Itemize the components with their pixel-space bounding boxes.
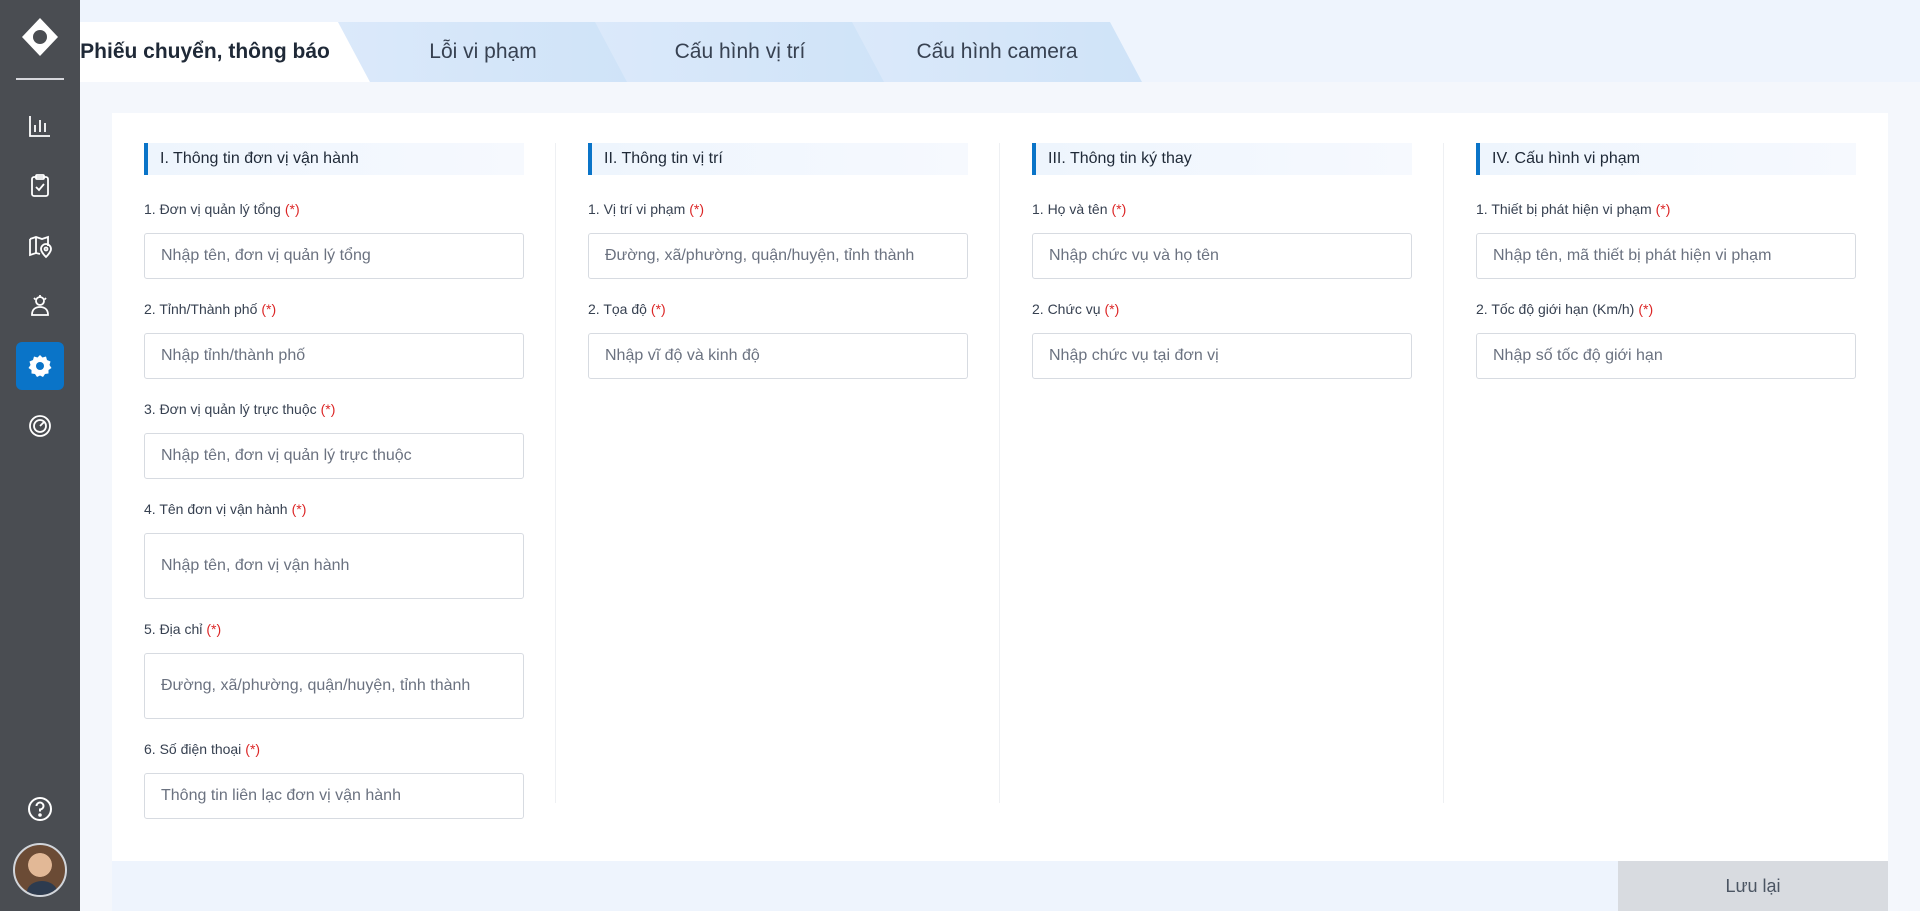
required-mark: (*) — [261, 301, 277, 317]
field-label: 2. Tốc độ giới hạn (Km/h) (*) — [1476, 301, 1654, 317]
field-label: 3. Đơn vị quản lý trực thuộc (*) — [144, 401, 336, 417]
column-divider — [555, 143, 556, 803]
field-label: 1. Đơn vị quản lý tổng (*) — [144, 201, 300, 217]
bar-chart-icon — [29, 116, 50, 137]
nav-item-statistics[interactable] — [16, 102, 64, 150]
field-label: 1. Thiết bị phát hiện vi phạm (*) — [1476, 201, 1671, 217]
field-label: 2. Chức vụ (*) — [1032, 301, 1120, 317]
column-divider — [1443, 143, 1444, 803]
user-avatar[interactable] — [13, 843, 67, 897]
column-divider — [999, 143, 1000, 803]
section-title: IV. Cấu hình vi phạm — [1476, 143, 1856, 175]
form-footer: Lưu lại — [112, 861, 1888, 911]
section-title: III. Thông tin ký thay — [1032, 143, 1412, 175]
required-mark: (*) — [320, 401, 336, 417]
sidebar-bottom — [0, 795, 80, 897]
nav-item-settings[interactable] — [16, 342, 64, 390]
settings-icon — [28, 355, 52, 377]
tab-cau-hinh-camera[interactable]: Cấu hình camera — [852, 22, 1142, 82]
section-title: I. Thông tin đơn vị vận hành — [144, 143, 524, 175]
required-mark: (*) — [650, 301, 666, 317]
nav-item-speed[interactable] — [16, 402, 64, 450]
required-mark: (*) — [1638, 301, 1654, 317]
required-mark: (*) — [1655, 201, 1671, 217]
help-icon[interactable] — [26, 795, 54, 823]
phone-input[interactable] — [144, 773, 524, 819]
section-signer: III. Thông tin ký thay 1. Họ và tên(*) 2… — [1032, 143, 1412, 379]
section-violation: IV. Cấu hình vi phạm 1. Thiết bị phát hi… — [1476, 143, 1856, 379]
logo-divider — [16, 78, 64, 80]
address-input[interactable] — [144, 653, 524, 719]
sub-unit-input[interactable] — [144, 433, 524, 479]
tab-label: Lỗi vi phạm — [429, 40, 537, 63]
field-operator-5: 5. Địa chỉ (*) — [144, 621, 524, 719]
required-mark: (*) — [1111, 201, 1127, 217]
required-mark: (*) — [284, 201, 300, 217]
field-label: 5. Địa chỉ (*) — [144, 621, 222, 637]
field-operator-2: 2. Tỉnh/Thành phố (*) — [144, 301, 524, 379]
field-location-2: 2. Tọa độ (*) — [588, 301, 968, 379]
tab-bar: Phiếu chuyển, thông báo Lỗi vi phạm Cấu … — [80, 0, 1920, 82]
field-label: 6. Số điện thoại (*) — [144, 741, 261, 757]
field-label: 1. Họ và tên (*) — [1032, 201, 1127, 217]
field-label: 4. Tên đơn vị vận hành (*) — [144, 501, 307, 517]
field-signer-1: 1. Họ và tên (*) — [1032, 201, 1412, 279]
field-violation-2: 2. Tốc độ giới hạn (Km/h) (*) — [1476, 301, 1856, 379]
tab-phieu-chuyen[interactable]: Phiếu chuyển, thông báo — [80, 22, 370, 82]
coordinates-input[interactable] — [588, 333, 968, 379]
nav-item-users[interactable] — [16, 282, 64, 330]
app-logo[interactable] — [20, 16, 60, 58]
tab-label: Phiếu chuyển, thông báo — [80, 40, 330, 63]
operator-name-input[interactable] — [144, 533, 524, 599]
map-pin-icon — [29, 235, 52, 259]
tab-label: Cấu hình vị trí — [674, 40, 806, 63]
field-operator-1: 1. Đơn vị quản lý tổng (*) — [144, 201, 524, 279]
speedometer-icon — [29, 415, 51, 437]
tab-cau-hinh-vi-tri[interactable]: Cấu hình vị trí — [595, 22, 885, 82]
users-gear-icon — [31, 295, 49, 316]
required-mark: (*) — [245, 741, 261, 757]
logo-icon — [22, 18, 58, 56]
sidebar-nav — [16, 102, 64, 450]
required-mark: (*) — [291, 501, 307, 517]
position-input[interactable] — [1032, 333, 1412, 379]
settings-form: I. Thông tin đơn vị vận hành 1. Đơn vị q… — [112, 113, 1888, 861]
field-signer-2: 2. Chức vụ (*) — [1032, 301, 1412, 379]
sidebar — [0, 0, 80, 911]
section-title: II. Thông tin vị trí — [588, 143, 968, 175]
nav-item-tasks[interactable] — [16, 162, 64, 210]
clipboard-check-icon — [31, 174, 49, 197]
field-operator-6: 6. Số điện thoại (*) — [144, 741, 524, 819]
save-button[interactable]: Lưu lại — [1618, 861, 1888, 911]
section-operator: I. Thông tin đơn vị vận hành 1. Đơn vị q… — [144, 143, 524, 819]
province-input[interactable] — [144, 333, 524, 379]
field-violation-1: 1. Thiết bị phát hiện vi phạm (*) — [1476, 201, 1856, 279]
field-label: 2. Tọa độ (*) — [588, 301, 666, 317]
section-location: II. Thông tin vị trí 1. Vị trí vi phạm (*… — [588, 143, 968, 379]
tab-loi-vi-pham[interactable]: Lỗi vi phạm — [338, 22, 628, 82]
violation-location-input[interactable] — [588, 233, 968, 279]
nav-item-map[interactable] — [16, 222, 64, 270]
required-mark: (*) — [1104, 301, 1120, 317]
required-mark: (*) — [206, 621, 222, 637]
required-mark: (*) — [689, 201, 705, 217]
field-location-1: 1. Vị trí vi phạm (*) — [588, 201, 968, 279]
field-operator-4: 4. Tên đơn vị vận hành (*) — [144, 501, 524, 599]
general-unit-input[interactable] — [144, 233, 524, 279]
speed-limit-input[interactable] — [1476, 333, 1856, 379]
field-operator-3: 3. Đơn vị quản lý trực thuộc (*) — [144, 401, 524, 479]
field-label: 1. Vị trí vi phạm (*) — [588, 201, 705, 217]
field-label: 2. Tỉnh/Thành phố (*) — [144, 301, 277, 317]
detection-device-input[interactable] — [1476, 233, 1856, 279]
tab-label: Cấu hình camera — [916, 40, 1078, 63]
full-name-input[interactable] — [1032, 233, 1412, 279]
